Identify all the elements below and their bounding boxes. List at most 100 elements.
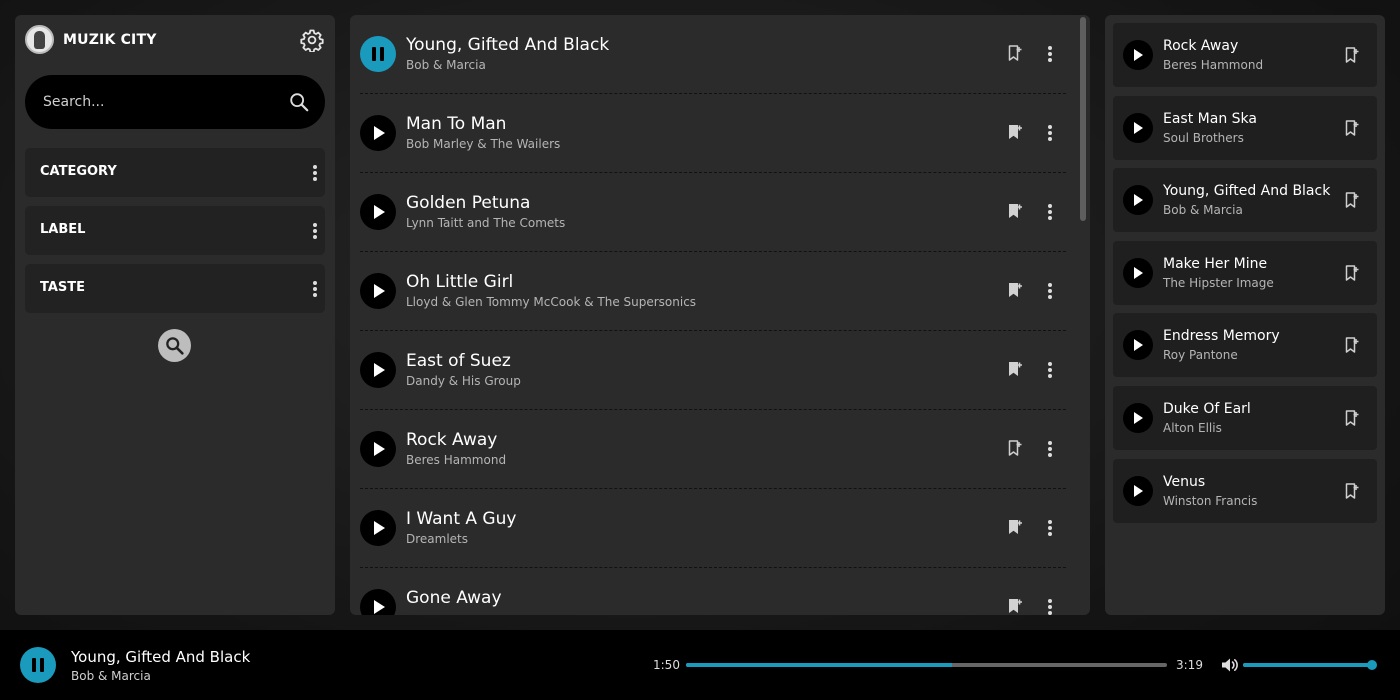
- player-bar: Young, Gifted And Black Bob & Marcia 1:5…: [0, 630, 1400, 700]
- progress-fill: [686, 663, 952, 667]
- queue-artist: Alton Ellis: [1163, 421, 1222, 435]
- kebab-icon[interactable]: [1043, 518, 1057, 538]
- pause-button[interactable]: [360, 36, 396, 72]
- bookmark-icon[interactable]: [1006, 202, 1024, 220]
- bookmark-icon[interactable]: [1343, 482, 1361, 500]
- pause-button[interactable]: [20, 647, 56, 683]
- track-artist: Lloyd & Glen Tommy McCook & The Superson…: [406, 295, 697, 309]
- bookmark-icon[interactable]: [1006, 439, 1024, 457]
- queue-title: Duke Of Earl: [1163, 401, 1251, 417]
- pause-icon: [372, 47, 384, 61]
- bookmark-icon[interactable]: [1343, 46, 1361, 64]
- queue-title: Make Her Mine: [1163, 256, 1268, 272]
- play-button[interactable]: [360, 273, 396, 309]
- play-button[interactable]: [1123, 476, 1153, 506]
- bookmark-icon[interactable]: [1343, 119, 1361, 137]
- search-icon[interactable]: [288, 91, 310, 113]
- bookmark-icon[interactable]: [1006, 360, 1024, 378]
- play-button[interactable]: [360, 431, 396, 467]
- play-icon: [1134, 485, 1143, 497]
- queue-artist: Beres Hammond: [1163, 58, 1264, 72]
- queue-item[interactable]: East Man Ska Soul Brothers: [1113, 96, 1377, 160]
- kebab-icon[interactable]: [1043, 597, 1057, 615]
- play-icon: [374, 126, 385, 140]
- track-row[interactable]: Oh Little Girl Lloyd & Glen Tommy McCook…: [360, 252, 1066, 331]
- queue-item[interactable]: Rock Away Beres Hammond: [1113, 23, 1377, 87]
- sidebar: MUZIK CITY CATEGORY LABEL TASTE: [15, 15, 335, 615]
- play-icon: [374, 521, 385, 535]
- track-row[interactable]: Man To Man Bob Marley & The Wailers: [360, 94, 1066, 173]
- kebab-icon[interactable]: [1043, 360, 1057, 380]
- track-title: Gone Away: [406, 588, 502, 608]
- search-submit-button[interactable]: [158, 329, 191, 362]
- progress-slider[interactable]: [686, 663, 1167, 667]
- play-icon: [374, 205, 385, 219]
- filter-label: TASTE: [40, 280, 86, 295]
- play-icon: [374, 600, 385, 614]
- play-button[interactable]: [360, 352, 396, 388]
- bookmark-icon[interactable]: [1006, 518, 1024, 536]
- track-row[interactable]: I Want A Guy Dreamlets: [360, 489, 1066, 568]
- bookmark-icon[interactable]: [1006, 281, 1024, 299]
- queue-item[interactable]: Make Her Mine The Hipster Image: [1113, 241, 1377, 305]
- queue-title: Endress Memory: [1163, 328, 1280, 344]
- track-row[interactable]: Gone Away: [360, 568, 1066, 615]
- kebab-icon[interactable]: [1043, 202, 1057, 222]
- queue-artist: The Hipster Image: [1163, 276, 1274, 290]
- volume-slider[interactable]: [1243, 663, 1374, 667]
- volume-fill: [1243, 663, 1371, 667]
- queue-artist: Roy Pantone: [1163, 348, 1238, 362]
- kebab-icon[interactable]: [1043, 281, 1057, 301]
- play-icon: [1134, 339, 1143, 351]
- play-button[interactable]: [1123, 330, 1153, 360]
- bookmark-icon[interactable]: [1006, 597, 1024, 615]
- gear-icon[interactable]: [300, 28, 324, 52]
- track-title: Golden Petuna: [406, 193, 531, 213]
- kebab-icon[interactable]: [1043, 439, 1057, 459]
- filter-category[interactable]: CATEGORY: [25, 148, 325, 197]
- queue-item[interactable]: Venus Winston Francis: [1113, 459, 1377, 523]
- track-row[interactable]: Golden Petuna Lynn Taitt and The Comets: [360, 173, 1066, 252]
- bookmark-icon[interactable]: [1343, 191, 1361, 209]
- track-row[interactable]: Rock Away Beres Hammond: [360, 410, 1066, 489]
- track-artist: Beres Hammond: [406, 453, 507, 467]
- play-button[interactable]: [1123, 258, 1153, 288]
- play-button[interactable]: [360, 589, 396, 615]
- bookmark-icon[interactable]: [1343, 336, 1361, 354]
- play-icon: [374, 442, 385, 456]
- kebab-icon[interactable]: [308, 279, 322, 299]
- play-button[interactable]: [1123, 113, 1153, 143]
- play-button[interactable]: [360, 510, 396, 546]
- bookmark-icon[interactable]: [1343, 264, 1361, 282]
- track-artist: Bob & Marcia: [406, 58, 486, 72]
- scrollbar[interactable]: [1080, 17, 1086, 221]
- play-button[interactable]: [360, 194, 396, 230]
- brand[interactable]: MUZIK CITY: [25, 25, 157, 54]
- queue-item[interactable]: Young, Gifted And Black Bob & Marcia: [1113, 168, 1377, 232]
- track-list: Young, Gifted And Black Bob & Marcia Man…: [350, 15, 1090, 615]
- queue-item[interactable]: Duke Of Earl Alton Ellis: [1113, 386, 1377, 450]
- bookmark-icon[interactable]: [1343, 409, 1361, 427]
- kebab-icon[interactable]: [1043, 123, 1057, 143]
- play-button[interactable]: [1123, 40, 1153, 70]
- search-input[interactable]: [43, 89, 263, 115]
- bookmark-icon[interactable]: [1006, 44, 1024, 62]
- kebab-icon[interactable]: [308, 163, 322, 183]
- play-button[interactable]: [1123, 185, 1153, 215]
- volume-knob[interactable]: [1367, 660, 1377, 670]
- play-button[interactable]: [360, 115, 396, 151]
- track-row[interactable]: East of Suez Dandy & His Group: [360, 331, 1066, 410]
- filter-label-group[interactable]: LABEL: [25, 206, 325, 255]
- kebab-icon[interactable]: [308, 221, 322, 241]
- track-row[interactable]: Young, Gifted And Black Bob & Marcia: [360, 15, 1066, 94]
- track-title: Rock Away: [406, 430, 498, 450]
- kebab-icon[interactable]: [1043, 44, 1057, 64]
- play-button[interactable]: [1123, 403, 1153, 433]
- bookmark-icon[interactable]: [1006, 123, 1024, 141]
- filter-taste[interactable]: TASTE: [25, 264, 325, 313]
- queue-title: East Man Ska: [1163, 111, 1257, 127]
- track-title: Man To Man: [406, 114, 507, 134]
- volume-icon[interactable]: [1221, 657, 1239, 673]
- queue-item[interactable]: Endress Memory Roy Pantone: [1113, 313, 1377, 377]
- duration-time: 3:19: [1176, 658, 1203, 672]
